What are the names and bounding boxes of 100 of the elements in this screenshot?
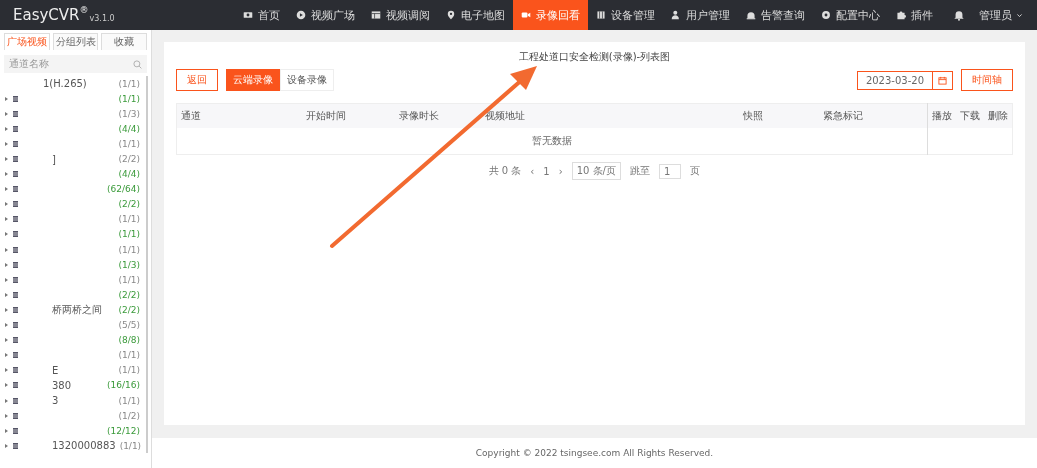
column-header: 通道 (176, 103, 303, 128)
empty-message: 暂无数据 (532, 135, 572, 146)
nav-tab[interactable]: 告警查询 (738, 0, 813, 30)
expand-arrow-icon[interactable] (4, 382, 9, 389)
page-number[interactable]: 1 (543, 165, 550, 177)
channel-count: (1/1) (118, 78, 140, 89)
nav-tab[interactable]: 用户管理 (663, 0, 738, 30)
expand-arrow-icon[interactable] (4, 306, 9, 313)
channel-count: (1/3) (118, 108, 140, 119)
next-page-button[interactable]: › (558, 165, 563, 177)
device-icon (13, 322, 18, 329)
nav-tab[interactable]: 首页 (235, 0, 288, 30)
channel-count: (16/16) (107, 380, 140, 391)
device-icon (13, 367, 18, 374)
channel-name[interactable]: E (52, 364, 59, 376)
device-icon (13, 306, 18, 313)
channel-count: (2/2) (118, 199, 140, 210)
channel-count: (4/4) (118, 169, 140, 180)
play-icon (296, 10, 306, 20)
channel-count: (1/3) (118, 259, 140, 270)
expand-arrow-icon[interactable] (4, 337, 9, 344)
channel-name[interactable]: 3 (52, 395, 59, 406)
nav-tab[interactable]: 插件 (888, 0, 941, 30)
expand-arrow-icon[interactable] (4, 246, 9, 253)
page-unit: 页 (690, 164, 701, 178)
expand-arrow-icon[interactable] (4, 125, 9, 132)
sidebar-tab[interactable]: 收藏 (101, 33, 147, 50)
expand-arrow-icon[interactable] (4, 442, 9, 449)
device-icon (13, 156, 18, 162)
device-icon (13, 110, 18, 117)
expand-arrow-icon[interactable] (4, 156, 9, 162)
channel-name[interactable]: 1(H.265) (43, 78, 87, 90)
expand-arrow-icon[interactable] (4, 427, 9, 434)
expand-arrow-icon[interactable] (4, 397, 9, 404)
column-header: 视频地址 (480, 103, 739, 128)
sidebar-tab[interactable]: 分组列表 (52, 33, 99, 50)
device-icon (13, 171, 18, 178)
channel-count: (1/1) (118, 395, 140, 406)
expand-arrow-icon[interactable] (4, 231, 9, 238)
search-placeholder: 通道名称 (9, 57, 49, 71)
expand-arrow-icon[interactable] (4, 110, 9, 117)
expand-arrow-icon[interactable] (4, 276, 9, 283)
channel-count: (1/1) (118, 244, 140, 255)
bell-icon[interactable] (953, 9, 965, 21)
nav-tab[interactable]: 电子地图 (438, 0, 513, 30)
device-icon (13, 246, 18, 253)
expand-arrow-icon[interactable] (4, 291, 9, 298)
column-header: 开始时间 (302, 103, 396, 128)
column-header: 紧急标记 (819, 103, 928, 128)
channel-count: (1/1) (119, 440, 142, 451)
jump-field[interactable]: 1 (659, 163, 682, 179)
app-logo: EasyCVR (13, 6, 80, 24)
expand-arrow-icon[interactable] (4, 140, 9, 147)
expand-arrow-icon[interactable] (4, 367, 9, 374)
device-icon (13, 382, 18, 389)
channel-count: (1/1) (118, 350, 140, 361)
jump-label: 跳至 (630, 164, 650, 178)
channel-name[interactable]: ] (52, 153, 56, 165)
user-menu[interactable]: 管理员 (979, 0, 1037, 30)
registered-mark: ® (79, 5, 89, 15)
expand-arrow-icon[interactable] (4, 352, 9, 359)
page-size-select[interactable]: 10 条/页 (571, 162, 621, 180)
channel-count: (1/1) (118, 365, 140, 376)
nav-tab[interactable]: 配置中心 (813, 0, 888, 30)
channel-name[interactable]: 桥两桥之间 (52, 303, 102, 315)
expand-arrow-icon[interactable] (4, 186, 9, 193)
channel-name[interactable]: 380 (52, 379, 72, 391)
source-tab[interactable]: 设备录像 (280, 69, 334, 91)
nav-tab[interactable]: 视频广场 (288, 0, 363, 30)
expand-arrow-icon[interactable] (4, 171, 9, 178)
total-count: 共 0 条 (488, 164, 522, 178)
expand-arrow-icon[interactable] (4, 322, 9, 329)
channel-count: (4/4) (118, 123, 140, 134)
channel-count: (1/1) (118, 274, 140, 285)
channel-count: (2/2) (118, 289, 140, 300)
search-icon (133, 59, 142, 69)
column-header: 下载 (956, 103, 984, 128)
user-icon (671, 10, 681, 20)
expand-arrow-icon[interactable] (4, 95, 9, 102)
device-icon (13, 442, 18, 449)
device-icon (13, 261, 18, 268)
channel-count: (2/2) (118, 154, 140, 164)
channel-name[interactable]: 1320000883 (52, 440, 116, 452)
device-icon (13, 291, 18, 298)
version-label: v3.1.0 (89, 13, 115, 23)
video-camera-icon (521, 10, 531, 20)
expand-arrow-icon[interactable] (4, 201, 9, 208)
prev-page-button[interactable]: ‹ (530, 165, 535, 177)
device-icon (13, 216, 18, 223)
pin-icon (446, 10, 456, 20)
expand-arrow-icon[interactable] (4, 412, 9, 419)
nav-tab[interactable]: 设备管理 (588, 0, 663, 30)
device-icon (13, 412, 18, 419)
channel-count: (2/2) (118, 304, 140, 315)
nav-tab[interactable]: 视频调阅 (363, 0, 438, 30)
channel-count: (8/8) (118, 335, 140, 346)
expand-arrow-icon[interactable] (4, 261, 9, 268)
channel-count: (1/1) (118, 138, 140, 149)
device-icon (13, 276, 18, 283)
expand-arrow-icon[interactable] (4, 216, 9, 223)
